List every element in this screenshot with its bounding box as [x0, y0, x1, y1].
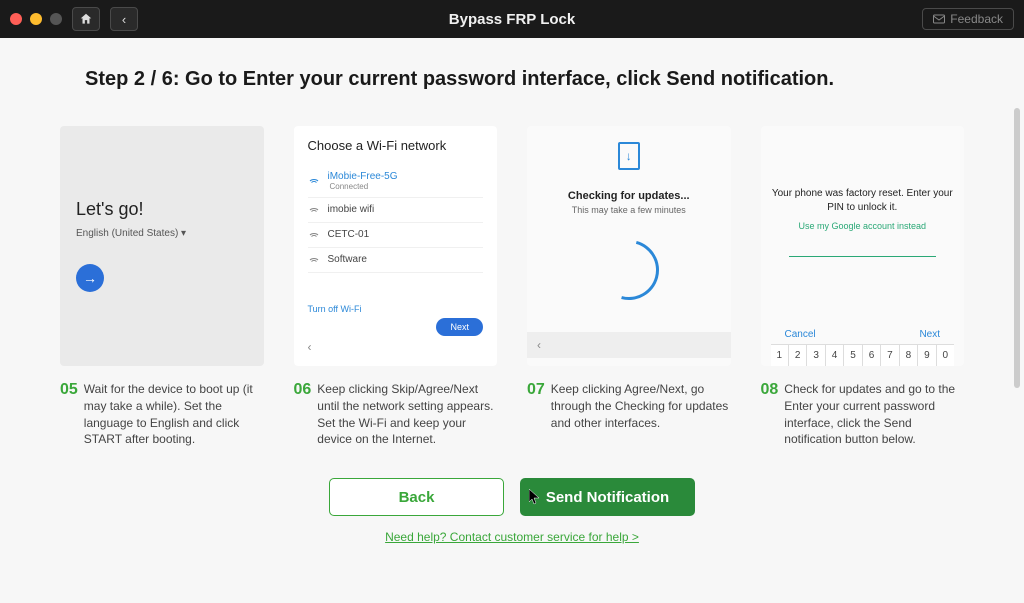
- wifi-item: CETC-01: [308, 223, 484, 248]
- desc-07: 07 Keep clicking Agree/Next, go through …: [527, 381, 731, 431]
- screenshot-08: Your phone was factory reset. Enter your…: [761, 126, 965, 366]
- desc-num-06: 06: [294, 381, 312, 448]
- wifi-name: CETC-01: [328, 229, 370, 240]
- wifi-item: Software: [308, 248, 484, 273]
- window-controls: [10, 13, 62, 25]
- desc-num-07: 07: [527, 381, 545, 431]
- key: 9: [918, 345, 936, 366]
- window-title: Bypass FRP Lock: [449, 11, 575, 28]
- key: 5: [844, 345, 862, 366]
- turnoff-wifi: Turn off Wi-Fi: [308, 304, 484, 314]
- home-button[interactable]: [72, 7, 100, 31]
- nav-back-button[interactable]: ‹: [110, 7, 138, 31]
- feedback-label: Feedback: [950, 12, 1003, 26]
- key: 4: [826, 345, 844, 366]
- back-button-label: Back: [399, 489, 435, 506]
- desc-08: 08 Check for updates and go to the Enter…: [761, 381, 965, 448]
- desc-text-07: Keep clicking Agree/Next, go through the…: [551, 381, 731, 431]
- c8-google-link: Use my Google account instead: [798, 221, 926, 231]
- screenshot-06: Choose a Wi-Fi network iMobie-Free-5G Co…: [294, 126, 498, 366]
- desc-text-06: Keep clicking Skip/Agree/Next until the …: [317, 381, 497, 448]
- chevron-left-icon: ‹: [308, 340, 484, 354]
- c8-cancel: Cancel: [785, 329, 816, 340]
- c5-title: Let's go!: [76, 199, 248, 220]
- numeric-keypad: 1 2 3 4 5 6 7 8 9 0: [771, 344, 955, 366]
- desc-num-05: 05: [60, 381, 78, 448]
- card-column-08: Your phone was factory reset. Enter your…: [761, 126, 965, 448]
- help-link[interactable]: Need help? Contact customer service for …: [60, 530, 964, 544]
- feedback-button[interactable]: Feedback: [922, 8, 1014, 30]
- desc-text-08: Check for updates and go to the Enter yo…: [784, 381, 964, 448]
- key: 2: [789, 345, 807, 366]
- wifi-name: Software: [328, 254, 367, 265]
- c6-title: Choose a Wi-Fi network: [308, 138, 484, 155]
- titlebar: ‹ Bypass FRP Lock Feedback: [0, 0, 1024, 38]
- key: 7: [881, 345, 899, 366]
- home-icon: [79, 12, 93, 26]
- desc-text-05: Wait for the device to boot up (it may t…: [84, 381, 264, 448]
- wifi-item: imobie wifi: [308, 198, 484, 223]
- key: 6: [863, 345, 881, 366]
- main-content: Step 2 / 6: Go to Enter your current pas…: [0, 38, 1024, 603]
- step-heading: Step 2 / 6: Go to Enter your current pas…: [60, 68, 964, 91]
- send-notification-button[interactable]: Send Notification: [520, 478, 695, 516]
- wifi-name: imobie wifi: [328, 204, 375, 215]
- card-column-07: Checking for updates... This may take a …: [527, 126, 731, 448]
- c7-title: Checking for updates...: [568, 190, 690, 202]
- card-column-05: Let's go! English (United States) ▾ → 05…: [60, 126, 264, 448]
- cursor-icon: [529, 489, 541, 508]
- wifi-sub: Connected: [330, 182, 398, 191]
- c8-bottom: Cancel Next 1 2 3 4 5 6 7 8 9 0: [771, 329, 955, 366]
- screenshot-05: Let's go! English (United States) ▾ →: [60, 126, 264, 366]
- wifi-item: iMobie-Free-5G Connected: [308, 165, 484, 198]
- desc-05: 05 Wait for the device to boot up (it ma…: [60, 381, 264, 448]
- instruction-cards: Let's go! English (United States) ▾ → 05…: [60, 126, 964, 448]
- c8-message: Your phone was factory reset. Enter your…: [771, 187, 955, 215]
- close-window-icon[interactable]: [10, 13, 22, 25]
- download-icon: [618, 142, 640, 170]
- wifi-list: iMobie-Free-5G Connected imobie wifi CET…: [308, 165, 484, 298]
- mail-icon: [933, 14, 945, 24]
- desc-06: 06 Keep clicking Skip/Agree/Next until t…: [294, 381, 498, 448]
- spinner-icon: [588, 229, 670, 311]
- key: 3: [807, 345, 825, 366]
- card-column-06: Choose a Wi-Fi network iMobie-Free-5G Co…: [294, 126, 498, 448]
- c6-next-button: Next: [436, 318, 483, 336]
- key: 8: [900, 345, 918, 366]
- screenshot-07: Checking for updates... This may take a …: [527, 126, 731, 366]
- wifi-icon: [308, 254, 320, 266]
- key: 1: [771, 345, 789, 366]
- desc-num-08: 08: [761, 381, 779, 448]
- c5-language: English (United States) ▾: [76, 228, 248, 239]
- c8-next: Next: [919, 329, 940, 340]
- wifi-icon: [308, 229, 320, 241]
- key: 0: [937, 345, 954, 366]
- maximize-window-icon[interactable]: [50, 13, 62, 25]
- wifi-name: iMobie-Free-5G: [328, 171, 398, 182]
- wifi-icon: [308, 175, 320, 187]
- chevron-left-icon: ‹: [527, 332, 731, 358]
- c7-sub: This may take a few minutes: [572, 205, 686, 215]
- chevron-left-icon: ‹: [122, 12, 126, 27]
- pin-input-line: [789, 256, 936, 257]
- arrow-right-icon: →: [76, 264, 104, 292]
- wifi-icon: [308, 204, 320, 216]
- scrollbar[interactable]: [1014, 108, 1020, 388]
- footer-buttons: Back Send Notification: [60, 478, 964, 516]
- back-button[interactable]: Back: [329, 478, 504, 516]
- minimize-window-icon[interactable]: [30, 13, 42, 25]
- send-button-label: Send Notification: [546, 489, 669, 506]
